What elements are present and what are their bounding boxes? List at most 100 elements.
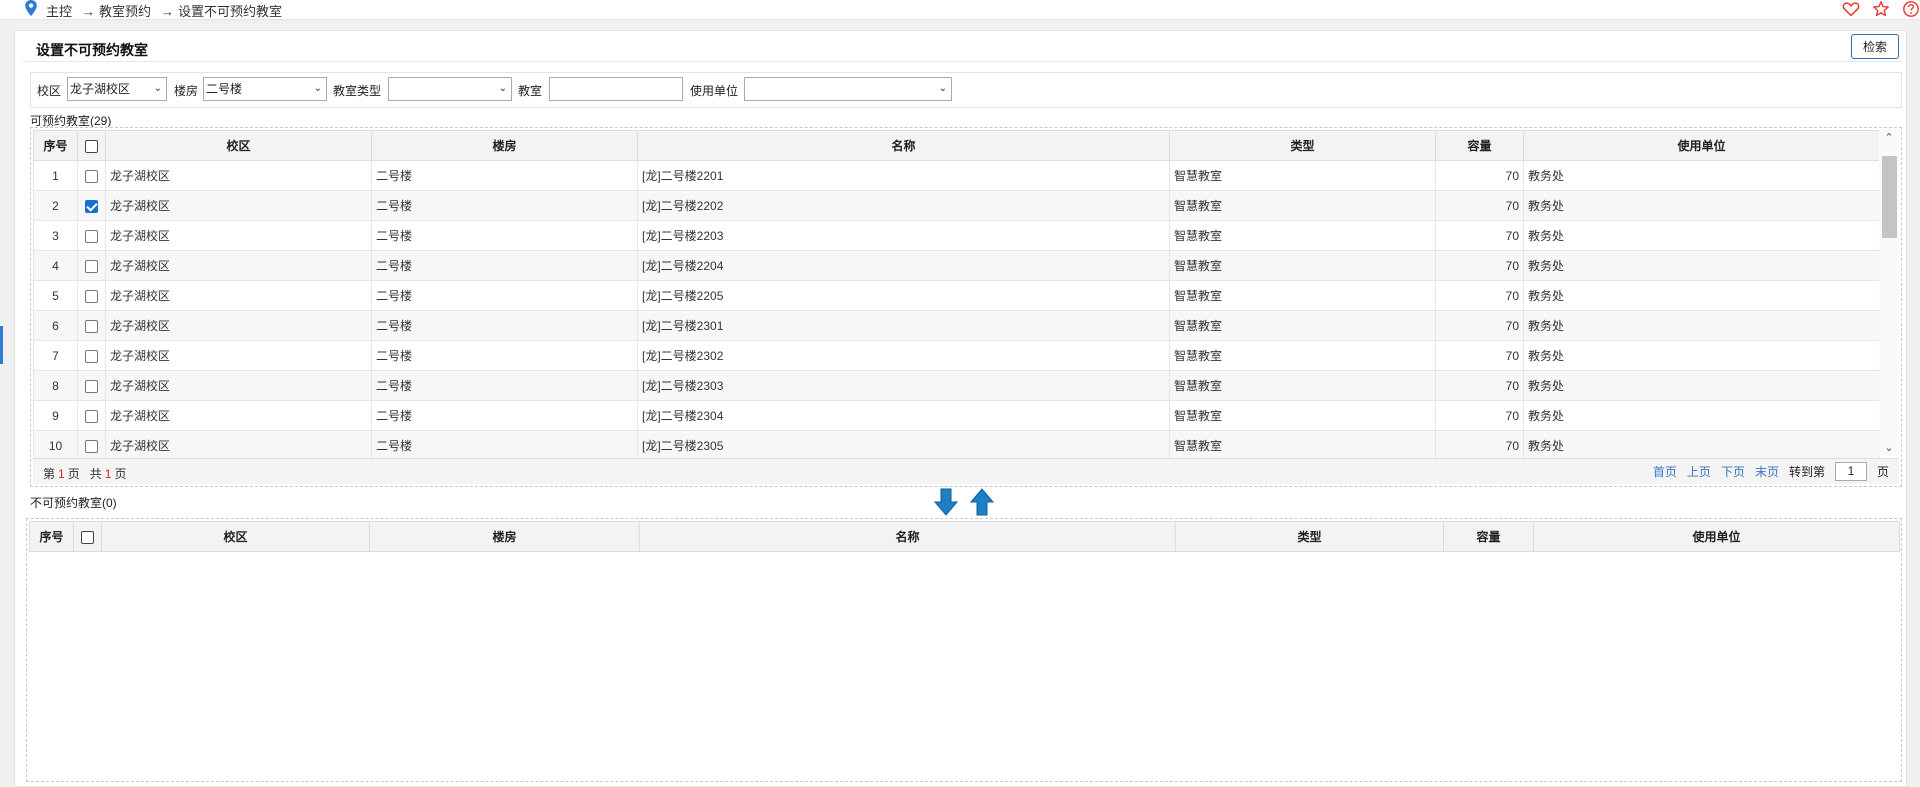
- heart-icon[interactable]: [1842, 0, 1860, 18]
- table-row[interactable]: 4 龙子湖校区 二号楼 [龙]二号楼2204 智慧教室 70 教务处: [33, 250, 1880, 281]
- row-capacity: 70: [1435, 160, 1524, 191]
- table-row[interactable]: 10 龙子湖校区 二号楼 [龙]二号楼2305 智慧教室 70 教务处: [33, 430, 1880, 461]
- row-capacity: 70: [1435, 400, 1524, 431]
- help-icon[interactable]: [1902, 0, 1920, 18]
- column-header-type[interactable]: 类型: [1175, 521, 1444, 552]
- row-checkbox[interactable]: [85, 169, 98, 183]
- campus-select[interactable]: 龙子湖校区 ⌄: [67, 77, 167, 101]
- filter-row: 校区 龙子湖校区 ⌄ 楼房 二号楼 ⌄ 教室类型 ⌄ 教室 使用单位 ⌄: [30, 72, 1902, 108]
- row-select-cell: [77, 370, 106, 401]
- column-header-name[interactable]: 名称: [637, 130, 1170, 161]
- row-number: 10: [33, 430, 78, 461]
- row-checkbox[interactable]: [85, 199, 98, 213]
- row-checkbox[interactable]: [85, 409, 98, 423]
- page-suffix: 页: [67, 467, 80, 481]
- row-checkbox[interactable]: [85, 319, 98, 333]
- top-icons: [1842, 0, 1920, 18]
- move-buttons: [934, 488, 994, 516]
- breadcrumb-separator: →: [161, 4, 175, 19]
- search-button[interactable]: 检索: [1851, 34, 1899, 59]
- table-row[interactable]: 5 龙子湖校区 二号楼 [龙]二号楼2205 智慧教室 70 教务处: [33, 280, 1880, 311]
- column-header-campus[interactable]: 校区: [105, 130, 372, 161]
- row-building: 二号楼: [371, 250, 638, 281]
- row-name: [龙]二号楼2302: [637, 340, 1170, 371]
- table-row[interactable]: 9 龙子湖校区 二号楼 [龙]二号楼2304 智慧教室 70 教务处: [33, 400, 1880, 431]
- row-select-cell: [77, 250, 106, 281]
- row-checkbox[interactable]: [85, 289, 98, 303]
- column-header-campus[interactable]: 校区: [101, 521, 370, 552]
- move-up-arrow-icon[interactable]: [970, 488, 994, 516]
- scrollbar-thumb[interactable]: [1882, 156, 1897, 238]
- room-type-label: 教室类型: [333, 84, 382, 98]
- goto-page-input[interactable]: 1: [1834, 462, 1867, 481]
- row-building: 二号楼: [371, 280, 638, 311]
- row-building: 二号楼: [371, 370, 638, 401]
- column-header-type[interactable]: 类型: [1169, 130, 1436, 161]
- select-all-checkbox[interactable]: [81, 530, 94, 544]
- column-header-building[interactable]: 楼房: [369, 521, 640, 552]
- current-page: 1: [58, 467, 65, 481]
- room-input[interactable]: [549, 77, 683, 101]
- row-name: [龙]二号楼2204: [637, 250, 1170, 281]
- row-checkbox[interactable]: [85, 229, 98, 243]
- next-page-link[interactable]: 下页: [1721, 463, 1745, 480]
- breadcrumb-item-home[interactable]: 主控: [46, 4, 72, 19]
- row-select-cell: [77, 160, 106, 191]
- table-row[interactable]: 7 龙子湖校区 二号楼 [龙]二号楼2302 智慧教室 70 教务处: [33, 340, 1880, 371]
- prev-page-link[interactable]: 上页: [1687, 463, 1711, 480]
- column-header-capacity[interactable]: 容量: [1443, 521, 1534, 552]
- column-header-unit[interactable]: 使用单位: [1533, 521, 1900, 552]
- row-unit: 教务处: [1523, 220, 1880, 251]
- star-icon[interactable]: [1872, 0, 1890, 18]
- row-checkbox[interactable]: [85, 259, 98, 273]
- row-select-cell: [77, 280, 106, 311]
- room-type-select[interactable]: ⌄: [388, 77, 512, 101]
- vertical-scrollbar[interactable]: ⌃ ⌄: [1879, 130, 1899, 456]
- row-checkbox[interactable]: [85, 439, 98, 453]
- title-row: 设置不可预约教室 检索: [22, 34, 1902, 62]
- available-rooms-grid: 序号 校区 楼房 名称 类型 容量 使用单位 1 龙子湖校区 二号楼 [龙]二号楼22…: [30, 127, 1902, 487]
- table-row[interactable]: 8 龙子湖校区 二号楼 [龙]二号楼2303 智慧教室 70 教务处: [33, 370, 1880, 401]
- chevron-down-icon: ⌄: [313, 83, 322, 94]
- row-capacity: 70: [1435, 430, 1524, 461]
- column-header-name[interactable]: 名称: [639, 521, 1176, 552]
- row-number: 2: [33, 190, 78, 221]
- select-all-checkbox[interactable]: [85, 139, 98, 153]
- chevron-down-icon: ⌄: [498, 83, 507, 94]
- row-building: 二号楼: [371, 430, 638, 461]
- row-checkbox[interactable]: [85, 349, 98, 363]
- unit-select[interactable]: ⌄: [744, 77, 952, 101]
- table-row[interactable]: 1 龙子湖校区 二号楼 [龙]二号楼2201 智慧教室 70 教务处: [33, 160, 1880, 191]
- breadcrumb-item-reservation[interactable]: 教室预约: [99, 4, 151, 19]
- column-header-capacity[interactable]: 容量: [1435, 130, 1524, 161]
- table-row[interactable]: 2 龙子湖校区 二号楼 [龙]二号楼2202 智慧教室 70 教务处: [33, 190, 1880, 221]
- row-type: 智慧教室: [1169, 250, 1436, 281]
- breadcrumb-separator: →: [82, 4, 96, 19]
- campus-select-value: 龙子湖校区: [70, 82, 131, 96]
- row-name: [龙]二号楼2203: [637, 220, 1170, 251]
- row-select-cell: [77, 430, 106, 461]
- column-header-building[interactable]: 楼房: [371, 130, 638, 161]
- scroll-down-icon[interactable]: ⌄: [1883, 442, 1895, 454]
- building-select[interactable]: 二号楼 ⌄: [203, 77, 327, 101]
- row-unit: 教务处: [1523, 190, 1880, 221]
- table-row[interactable]: 6 龙子湖校区 二号楼 [龙]二号楼2301 智慧教室 70 教务处: [33, 310, 1880, 341]
- row-unit: 教务处: [1523, 340, 1880, 371]
- table-row[interactable]: 3 龙子湖校区 二号楼 [龙]二号楼2203 智慧教室 70 教务处: [33, 220, 1880, 251]
- row-type: 智慧教室: [1169, 280, 1436, 311]
- row-unit: 教务处: [1523, 310, 1880, 341]
- first-page-link[interactable]: 首页: [1653, 463, 1677, 480]
- move-down-arrow-icon[interactable]: [934, 488, 958, 516]
- page-prefix: 第: [43, 467, 56, 481]
- row-name: [龙]二号楼2201: [637, 160, 1170, 191]
- column-header-unit[interactable]: 使用单位: [1523, 130, 1880, 161]
- last-page-link[interactable]: 末页: [1755, 463, 1779, 480]
- row-unit: 教务处: [1523, 400, 1880, 431]
- pager-controls: 首页 上页 下页 末页 转到第 1 页: [1653, 462, 1889, 481]
- row-checkbox[interactable]: [85, 379, 98, 393]
- row-select-cell: [77, 220, 106, 251]
- row-number: 4: [33, 250, 78, 281]
- scroll-up-icon[interactable]: ⌃: [1883, 132, 1895, 144]
- left-accent-bar: [0, 326, 3, 364]
- unavailable-rooms-grid: 序号 校区 楼房 名称 类型 容量 使用单位: [26, 518, 1902, 782]
